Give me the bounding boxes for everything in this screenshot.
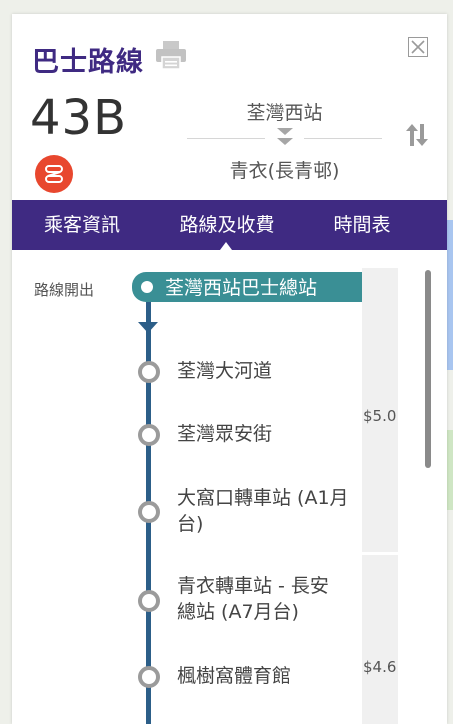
route-panel: 巴士路線 43B 荃灣西站 青衣(長青邨) 乘客資訊 路線及收費 時間表 $5.… <box>12 14 447 724</box>
stop-name[interactable]: 楓樹窩體育館 <box>177 663 357 689</box>
tab-bar: 乘客資訊 路線及收費 時間表 <box>12 200 447 250</box>
direction-destination: 青衣(長青邨) <box>229 160 340 182</box>
direction-origin: 荃灣西站 <box>246 102 323 124</box>
fare-value: $4.6 <box>363 658 397 676</box>
tab-timetable[interactable]: 時間表 <box>312 200 412 250</box>
route-start-label: 路線開出 <box>34 281 95 299</box>
stop-name[interactable]: 大窩口轉車站 (A1月台) <box>177 485 355 537</box>
panel-title: 巴士路線 <box>32 47 144 78</box>
direction-arrow-icon <box>276 127 294 151</box>
swap-direction-icon[interactable] <box>405 123 429 151</box>
stop-name[interactable]: 青衣轉車站 - 長安總站 (A7月台) <box>177 573 337 625</box>
stop-marker[interactable] <box>138 424 160 446</box>
divider <box>304 138 382 139</box>
start-stop-name: 荃灣西站巴士總站 <box>165 277 318 299</box>
stop-name[interactable]: 荃灣眾安街 <box>177 421 357 447</box>
fare-value: $5.0 <box>363 407 397 425</box>
stop-marker <box>141 281 153 293</box>
stop-marker[interactable] <box>138 361 160 383</box>
direction-down-icon <box>138 322 158 333</box>
close-button[interactable] <box>408 37 428 57</box>
close-icon <box>411 40 425 54</box>
tab-passenger-info[interactable]: 乘客資訊 <box>20 200 144 250</box>
active-tab-indicator <box>220 242 232 250</box>
scrollbar[interactable] <box>425 270 431 468</box>
route-icon <box>35 155 73 193</box>
stop-marker[interactable] <box>138 501 160 523</box>
start-stop[interactable]: 荃灣西站巴士總站 <box>132 272 362 302</box>
route-number: 43B <box>30 90 128 146</box>
stop-marker[interactable] <box>138 590 160 612</box>
stop-marker[interactable] <box>138 666 160 688</box>
fare-section <box>362 555 398 724</box>
printer-icon[interactable] <box>154 39 188 71</box>
divider <box>187 138 265 139</box>
stop-name[interactable]: 荃灣大河道 <box>177 358 357 384</box>
